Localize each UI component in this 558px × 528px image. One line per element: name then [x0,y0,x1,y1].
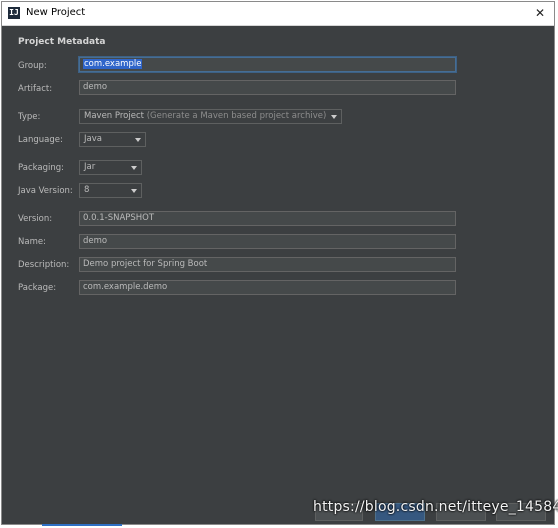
name-label: Name: [18,237,46,247]
watermark-text: https://blog.csdn.net/itteye_14584 [313,499,558,515]
java-version-dropdown[interactable]: 8 [79,183,142,198]
chevron-down-icon [131,189,137,193]
language-value: Java [84,134,102,144]
intellij-app-icon: IJ [8,7,20,19]
version-field[interactable]: 0.0.1-SNAPSHOT [79,211,456,226]
title-bar: IJ New Project ✕ [2,2,554,26]
group-field[interactable]: com.example [79,57,456,72]
version-label: Version: [18,214,53,224]
group-label: Group: [18,61,47,71]
java-version-value: 8 [84,185,90,195]
close-icon[interactable]: ✕ [532,5,548,21]
package-label: Package: [18,283,57,293]
new-project-window: IJ New Project ✕ Project Metadata Group:… [1,1,555,526]
description-field[interactable]: Demo project for Spring Boot [79,257,456,272]
focus-accent-line [42,524,122,526]
language-label: Language: [18,135,63,145]
package-field[interactable]: com.example.demo [79,280,456,295]
artifact-field[interactable]: demo [79,80,456,95]
type-hint: (Generate a Maven based project archive) [146,111,327,121]
chevron-down-icon [135,138,141,142]
packaging-label: Packaging: [18,163,65,173]
artifact-label: Artifact: [18,84,53,94]
chevron-down-icon [131,166,137,170]
window-title: New Project [26,7,86,18]
type-value: Maven Project [84,111,144,121]
dialog-content: Project Metadata Group: com.example Arti… [2,26,554,524]
section-title: Project Metadata [18,37,106,47]
chevron-down-icon [331,115,337,119]
type-dropdown[interactable]: Maven Project (Generate a Maven based pr… [79,109,342,124]
java-version-label: Java Version: [18,186,73,196]
packaging-dropdown[interactable]: Jar [79,160,142,175]
description-label: Description: [18,260,70,270]
language-dropdown[interactable]: Java [79,132,146,147]
packaging-value: Jar [84,162,96,172]
group-value: com.example [83,59,143,69]
type-label: Type: [18,112,41,122]
name-field[interactable]: demo [79,234,456,249]
